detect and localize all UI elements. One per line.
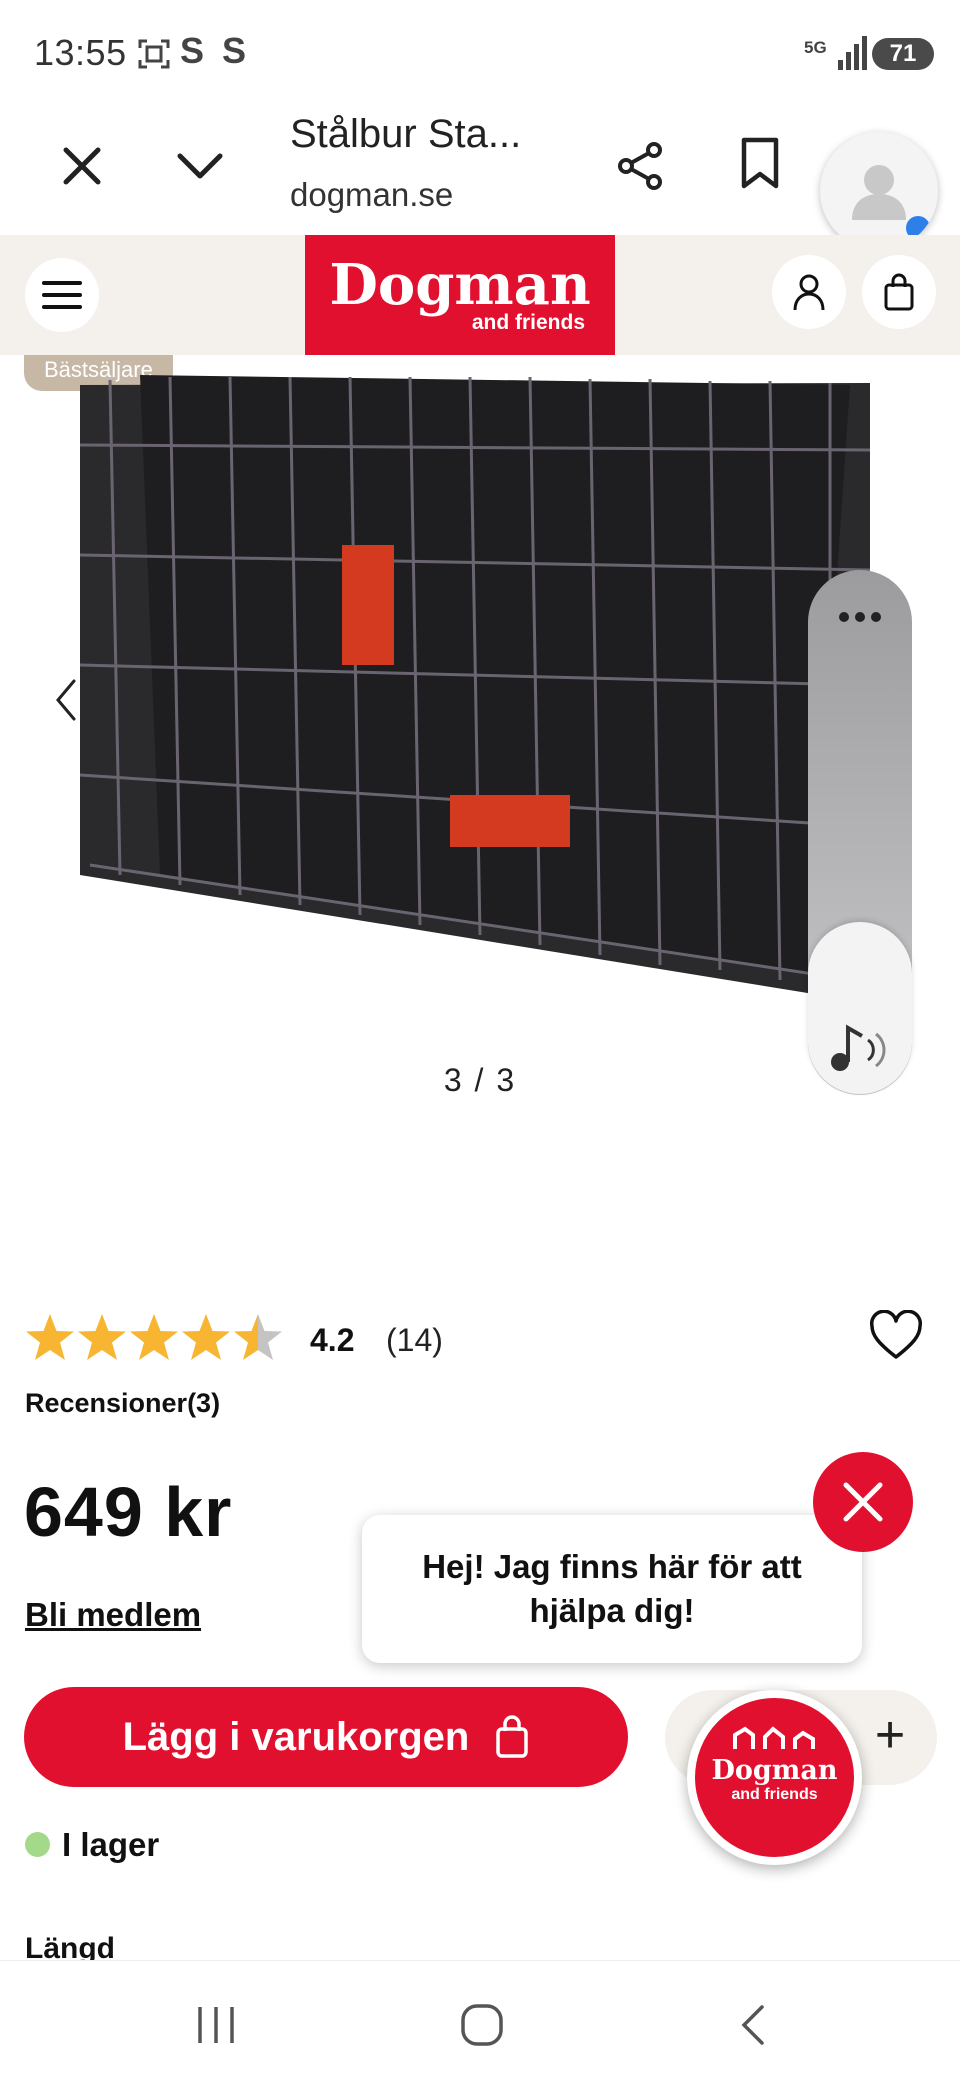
- rating-count[interactable]: (14): [386, 1322, 443, 1359]
- music-sound-icon: [831, 1024, 886, 1071]
- audio-button[interactable]: [808, 922, 912, 1094]
- screenshot-icon: [136, 36, 172, 81]
- rating-stars: [24, 1312, 294, 1368]
- account-button[interactable]: [772, 255, 846, 329]
- dogman-logo[interactable]: Dogman and friends: [305, 235, 615, 360]
- chat-launcher-subtext: and friends: [731, 1786, 818, 1803]
- bag-icon: [496, 1715, 529, 1758]
- chevron-down-icon[interactable]: [172, 140, 228, 197]
- profile-avatar-bubble[interactable]: [820, 132, 938, 250]
- s-app-icon-2: S: [222, 30, 247, 71]
- status-bar: 13:55 S S 5G 71: [0, 0, 960, 110]
- s-app-icon: S: [180, 30, 205, 71]
- system-nav-bar: [0, 1960, 960, 2080]
- more-options-icon[interactable]: [838, 610, 882, 628]
- add-to-cart-label: Lägg i varukorgen: [122, 1714, 470, 1759]
- recent-apps-icon[interactable]: [194, 2005, 238, 2050]
- signal-icon: [838, 36, 868, 75]
- battery-indicator: 71: [872, 38, 934, 70]
- page-title: Stålbur Sta...: [290, 112, 522, 156]
- share-icon[interactable]: [612, 138, 668, 199]
- dogs-icon: [732, 1726, 815, 1749]
- heart-icon[interactable]: [868, 1309, 924, 1367]
- user-icon: [793, 274, 825, 311]
- rating-value: 4.2: [310, 1322, 355, 1358]
- status-time: 13:55: [34, 32, 127, 73]
- chevron-left-icon[interactable]: [50, 675, 80, 730]
- menu-button[interactable]: [25, 258, 99, 332]
- home-icon[interactable]: [460, 2003, 504, 2052]
- page-domain: dogman.se: [290, 176, 454, 213]
- stock-status-dot: [25, 1832, 50, 1857]
- chat-launcher-logo: Dogman and friends: [695, 1698, 854, 1857]
- become-member-link[interactable]: Bli medlem: [25, 1596, 201, 1634]
- close-icon[interactable]: [56, 140, 108, 197]
- back-icon[interactable]: [736, 2003, 768, 2052]
- chat-greeting-bubble[interactable]: Hej! Jag finns här för att hjälpa dig!: [362, 1515, 862, 1663]
- browser-toolbar: Stålbur Sta... dogman.se: [0, 110, 960, 250]
- product-price: 649 kr: [24, 1473, 233, 1551]
- close-icon: [843, 1482, 883, 1522]
- cart-button[interactable]: [862, 255, 936, 329]
- logo-text: Dogman: [329, 252, 591, 318]
- network-label: 5G: [804, 38, 827, 57]
- chat-launcher-text: Dogman: [711, 1755, 838, 1786]
- chat-launcher-button[interactable]: Dogman and friends: [687, 1690, 862, 1865]
- hamburger-icon: [42, 281, 82, 309]
- reviews-link[interactable]: Recensioner(3): [25, 1388, 220, 1419]
- plus-icon[interactable]: +: [855, 1700, 925, 1770]
- product-image: [70, 355, 880, 1000]
- chat-close-button[interactable]: [813, 1452, 913, 1552]
- stock-status: I lager: [62, 1826, 160, 1863]
- site-header: Dogman and friends: [0, 235, 960, 360]
- bag-icon: [884, 273, 914, 311]
- avatar-icon: [820, 165, 930, 250]
- bookmark-icon[interactable]: [736, 136, 784, 197]
- add-to-cart-button[interactable]: Lägg i varukorgen: [24, 1687, 628, 1787]
